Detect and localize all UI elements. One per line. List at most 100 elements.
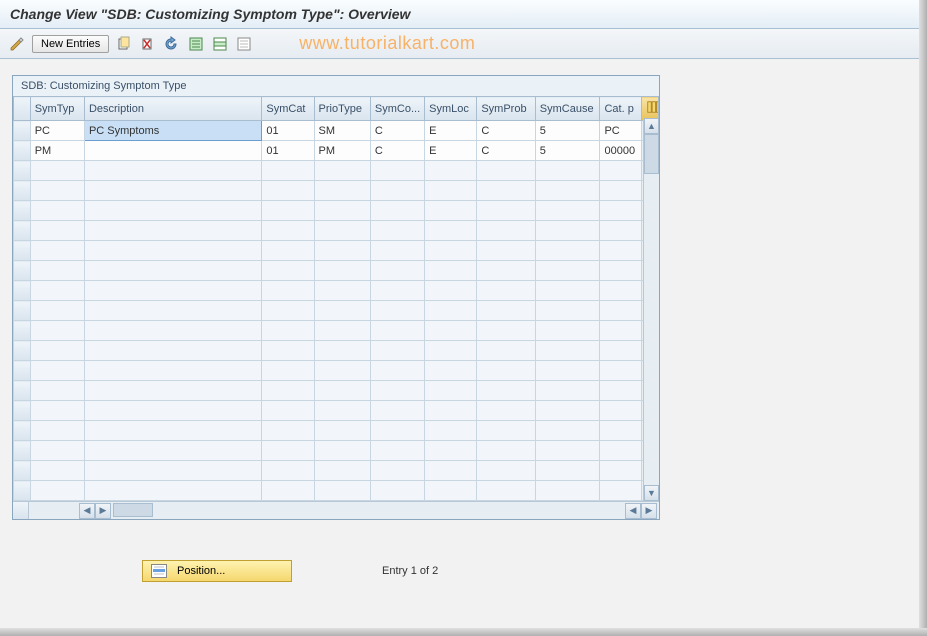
cell-description[interactable]: [84, 401, 261, 421]
cell-symprob[interactable]: [477, 301, 535, 321]
cell-symcause[interactable]: [535, 201, 600, 221]
new-entries-button[interactable]: New Entries: [32, 35, 109, 53]
cell-priotype[interactable]: [314, 281, 370, 301]
table-row[interactable]: [14, 161, 659, 181]
cell-catp[interactable]: [600, 161, 642, 181]
cell-catp[interactable]: [600, 201, 642, 221]
col-symloc[interactable]: SymLoc: [425, 97, 477, 121]
cell-symcat[interactable]: [262, 321, 314, 341]
cell-description[interactable]: [84, 381, 261, 401]
table-row[interactable]: [14, 401, 659, 421]
col-priotype[interactable]: PrioType: [314, 97, 370, 121]
cell-symcat[interactable]: [262, 381, 314, 401]
cell-symcause[interactable]: [535, 381, 600, 401]
cell-priotype[interactable]: PM: [314, 141, 370, 161]
cell-symloc[interactable]: [425, 161, 477, 181]
row-selector[interactable]: [14, 241, 31, 261]
table-row[interactable]: [14, 301, 659, 321]
cell-catp[interactable]: [600, 481, 642, 501]
cell-symtyp[interactable]: [30, 421, 84, 441]
cell-symloc[interactable]: [425, 361, 477, 381]
cell-symtyp[interactable]: [30, 281, 84, 301]
configure-columns-icon[interactable]: [642, 97, 659, 121]
deselect-all-icon[interactable]: [235, 35, 253, 53]
cell-symcat[interactable]: 01: [262, 121, 314, 141]
cell-symco[interactable]: [370, 401, 424, 421]
cell-symprob[interactable]: C: [477, 121, 535, 141]
table-row[interactable]: [14, 341, 659, 361]
cell-symloc[interactable]: [425, 461, 477, 481]
cell-catp[interactable]: [600, 301, 642, 321]
cell-catp[interactable]: [600, 261, 642, 281]
cell-description[interactable]: [84, 341, 261, 361]
cell-symtyp[interactable]: [30, 241, 84, 261]
row-selector[interactable]: [14, 161, 31, 181]
cell-symco[interactable]: [370, 321, 424, 341]
vertical-scrollbar[interactable]: ▲ ▼: [643, 118, 659, 501]
cell-symco[interactable]: [370, 261, 424, 281]
cell-symtyp[interactable]: [30, 201, 84, 221]
cell-symco[interactable]: [370, 221, 424, 241]
table-row[interactable]: [14, 461, 659, 481]
col-symprob[interactable]: SymProb: [477, 97, 535, 121]
cell-priotype[interactable]: [314, 221, 370, 241]
cell-symcat[interactable]: 01: [262, 141, 314, 161]
cell-priotype[interactable]: [314, 441, 370, 461]
cell-symco[interactable]: C: [370, 141, 424, 161]
cell-symcause[interactable]: 5: [535, 141, 600, 161]
cell-symprob[interactable]: [477, 201, 535, 221]
cell-catp[interactable]: [600, 181, 642, 201]
cell-symtyp[interactable]: PC: [30, 121, 84, 141]
horizontal-scrollbar[interactable]: ◀ ▶ ◀ ▶: [13, 501, 659, 519]
cell-priotype[interactable]: [314, 301, 370, 321]
cell-symprob[interactable]: [477, 161, 535, 181]
cell-symtyp[interactable]: [30, 441, 84, 461]
cell-symcause[interactable]: [535, 261, 600, 281]
row-selector[interactable]: [14, 341, 31, 361]
table-row[interactable]: [14, 261, 659, 281]
hscroll-right-icon[interactable]: ▶: [95, 503, 111, 519]
hscroll-left-end-icon[interactable]: ◀: [625, 503, 641, 519]
cell-symtyp[interactable]: [30, 341, 84, 361]
cell-description[interactable]: [84, 241, 261, 261]
cell-description[interactable]: [84, 181, 261, 201]
cell-symcause[interactable]: [535, 401, 600, 421]
cell-symprob[interactable]: [477, 261, 535, 281]
cell-symco[interactable]: [370, 281, 424, 301]
cell-priotype[interactable]: [314, 361, 370, 381]
cell-symco[interactable]: [370, 301, 424, 321]
cell-symcat[interactable]: [262, 401, 314, 421]
row-selector[interactable]: [14, 181, 31, 201]
table-row[interactable]: [14, 241, 659, 261]
col-symtyp[interactable]: SymTyp: [30, 97, 84, 121]
cell-symprob[interactable]: [477, 381, 535, 401]
cell-symcat[interactable]: [262, 201, 314, 221]
cell-symco[interactable]: C: [370, 121, 424, 141]
cell-symcat[interactable]: [262, 261, 314, 281]
row-selector[interactable]: [14, 361, 31, 381]
delete-icon[interactable]: [139, 35, 157, 53]
cell-catp[interactable]: [600, 461, 642, 481]
cell-symloc[interactable]: [425, 341, 477, 361]
cell-catp[interactable]: [600, 401, 642, 421]
cell-symtyp[interactable]: [30, 361, 84, 381]
col-symcat[interactable]: SymCat: [262, 97, 314, 121]
cell-priotype[interactable]: [314, 181, 370, 201]
cell-symloc[interactable]: [425, 301, 477, 321]
cell-symco[interactable]: [370, 361, 424, 381]
cell-symcat[interactable]: [262, 481, 314, 501]
cell-symcause[interactable]: [535, 221, 600, 241]
cell-symloc[interactable]: [425, 481, 477, 501]
toggle-display-change-icon[interactable]: [8, 35, 26, 53]
cell-description[interactable]: [84, 201, 261, 221]
cell-symcat[interactable]: [262, 341, 314, 361]
cell-description[interactable]: [84, 281, 261, 301]
cell-symtyp[interactable]: [30, 301, 84, 321]
cell-symco[interactable]: [370, 421, 424, 441]
cell-symprob[interactable]: [477, 181, 535, 201]
cell-symloc[interactable]: [425, 441, 477, 461]
cell-symcause[interactable]: [535, 421, 600, 441]
cell-catp[interactable]: [600, 441, 642, 461]
cell-symtyp[interactable]: [30, 481, 84, 501]
cell-symtyp[interactable]: [30, 461, 84, 481]
